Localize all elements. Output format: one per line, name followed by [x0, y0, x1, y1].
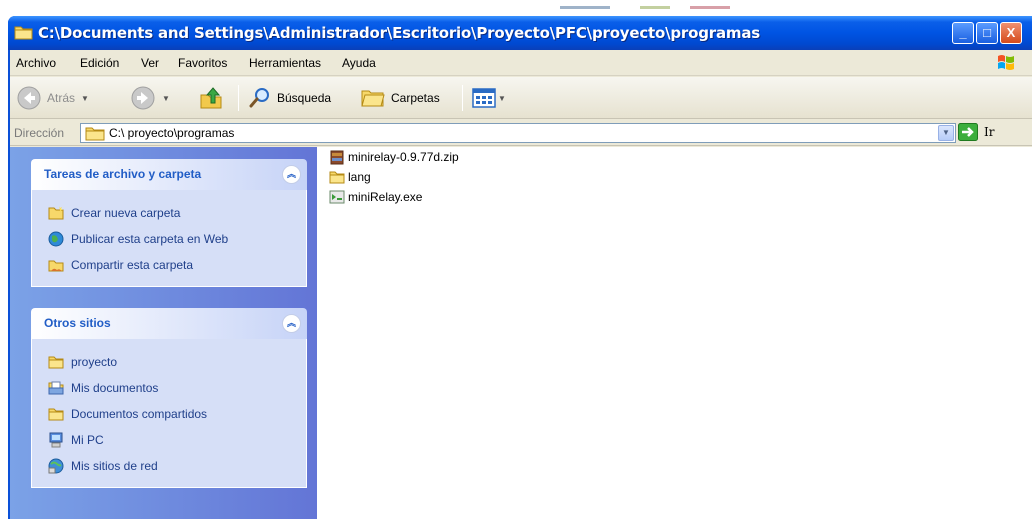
place-mi-pc[interactable]: Mi PC — [32, 427, 306, 453]
up-folder-icon — [200, 87, 222, 109]
my-documents-icon — [48, 381, 64, 395]
collapse-chevron-icon[interactable]: ︽ — [282, 165, 301, 184]
other-places-body: proyecto Mis documentos Documentos compa… — [31, 339, 307, 488]
address-bar: Dirección C:\ proyecto\programas ▼ Ir — [10, 120, 1032, 146]
executable-icon — [329, 190, 345, 204]
chevron-down-icon[interactable]: ▼ — [498, 94, 506, 103]
folders-icon — [361, 90, 385, 107]
search-button[interactable]: Búsqueda — [248, 83, 331, 113]
forward-button[interactable]: ▼ — [130, 83, 170, 113]
go-button[interactable]: Ir — [958, 123, 994, 141]
main-content: Tareas de archivo y carpeta ︽ Crear nuev… — [10, 147, 1032, 519]
toolbar-separator — [462, 85, 463, 111]
windows-logo-icon — [998, 55, 1014, 70]
place-label: Mi PC — [71, 433, 104, 447]
menu-favoritos[interactable]: Favoritos — [178, 56, 227, 70]
file-name: lang — [348, 170, 371, 184]
chevron-down-icon[interactable]: ▼ — [162, 94, 170, 103]
task-publish-web[interactable]: Publicar esta carpeta en Web — [32, 226, 306, 252]
views-button[interactable]: ▼ — [472, 83, 506, 113]
address-label: Dirección — [14, 126, 65, 140]
desktop-fragment — [690, 6, 730, 9]
other-places-title: Otros sitios — [44, 316, 111, 330]
my-computer-icon — [49, 432, 63, 448]
file-item[interactable]: minirelay-0.9.77d.zip — [329, 147, 459, 167]
menu-archivo[interactable]: Archivo — [16, 56, 56, 70]
zip-archive-icon — [330, 150, 344, 165]
collapse-chevron-icon[interactable]: ︽ — [282, 314, 301, 333]
address-input[interactable]: C:\ proyecto\programas ▼ — [80, 123, 956, 143]
place-mis-documentos[interactable]: Mis documentos — [32, 375, 306, 401]
desktop-fragment — [560, 6, 610, 9]
folders-button[interactable]: Carpetas — [360, 83, 440, 113]
toolbar-separator — [238, 85, 239, 111]
explorer-window: C:\Documents and Settings\Administrador\… — [8, 16, 1032, 519]
task-label: Crear nueva carpeta — [71, 206, 181, 220]
standard-toolbar: Atrás ▼ ▼ Búsqueda Carpetas ▼ — [10, 77, 1032, 119]
address-value: C:\ proyecto\programas — [109, 126, 235, 140]
task-share-folder[interactable]: Compartir esta carpeta — [32, 252, 306, 278]
place-mis-sitios-de-red[interactable]: Mis sitios de red — [32, 453, 306, 479]
task-new-folder[interactable]: Crear nueva carpeta — [32, 200, 306, 226]
chevron-down-icon[interactable]: ▼ — [81, 94, 89, 103]
new-folder-icon — [48, 206, 64, 220]
views-icon — [472, 88, 496, 108]
minimize-button[interactable]: _ — [952, 22, 974, 44]
folders-label: Carpetas — [391, 91, 440, 105]
back-button[interactable]: Atrás ▼ — [16, 83, 89, 113]
window-client-area: Archivo Edición Ver Favoritos Herramient… — [10, 50, 1032, 519]
search-label: Búsqueda — [277, 91, 332, 105]
folder-icon — [14, 26, 33, 40]
file-item[interactable]: lang — [329, 167, 371, 187]
task-pane: Tareas de archivo y carpeta ︽ Crear nuev… — [10, 147, 317, 519]
place-documentos-compartidos[interactable]: Documentos compartidos — [32, 401, 306, 427]
share-folder-icon — [48, 260, 64, 272]
title-bar[interactable]: C:\Documents and Settings\Administrador\… — [8, 16, 1032, 50]
forward-arrow-icon — [131, 86, 155, 110]
folder-icon — [329, 171, 345, 184]
folder-icon — [48, 356, 64, 369]
file-tasks-title: Tareas de archivo y carpeta — [44, 167, 202, 181]
folder-icon — [85, 127, 105, 141]
other-places-panel: Otros sitios ︽ proyecto Mis documentos D… — [31, 308, 307, 488]
menu-ayuda[interactable]: Ayuda — [342, 56, 376, 70]
up-folder-button[interactable] — [198, 83, 224, 113]
back-label: Atrás — [47, 91, 76, 105]
search-icon — [249, 88, 269, 108]
menu-herramientas[interactable]: Herramientas — [249, 56, 321, 70]
file-item[interactable]: miniRelay.exe — [329, 187, 422, 207]
shared-documents-icon — [48, 408, 64, 421]
close-button[interactable]: X — [1000, 22, 1022, 44]
chevron-down-icon[interactable]: ▼ — [938, 125, 954, 141]
file-tasks-panel: Tareas de archivo y carpeta ︽ Crear nuev… — [31, 159, 307, 287]
back-arrow-icon — [17, 86, 41, 110]
place-label: proyecto — [71, 355, 118, 369]
task-label: Compartir esta carpeta — [71, 258, 194, 272]
desktop-fragment — [640, 6, 670, 9]
menu-edicion[interactable]: Edición — [80, 56, 119, 70]
publish-web-icon — [48, 231, 64, 247]
other-places-header[interactable]: Otros sitios ︽ — [31, 308, 307, 339]
place-label: Documentos compartidos — [71, 407, 208, 421]
file-tasks-header[interactable]: Tareas de archivo y carpeta ︽ — [31, 159, 307, 190]
file-name: minirelay-0.9.77d.zip — [348, 150, 459, 164]
menu-bar: Archivo Edición Ver Favoritos Herramient… — [10, 50, 1032, 76]
go-label: Ir — [984, 125, 995, 139]
place-label: Mis documentos — [71, 381, 159, 395]
file-tasks-body: Crear nueva carpeta Publicar esta carpet… — [31, 190, 307, 287]
go-arrow-icon — [958, 123, 978, 141]
task-label: Publicar esta carpeta en Web — [71, 232, 229, 246]
file-name: miniRelay.exe — [348, 190, 423, 204]
place-proyecto[interactable]: proyecto — [32, 349, 306, 375]
maximize-button[interactable]: □ — [976, 22, 998, 44]
window-title: C:\Documents and Settings\Administrador\… — [38, 24, 760, 42]
place-label: Mis sitios de red — [71, 459, 158, 473]
network-places-icon — [48, 458, 64, 474]
menu-ver[interactable]: Ver — [141, 56, 159, 70]
